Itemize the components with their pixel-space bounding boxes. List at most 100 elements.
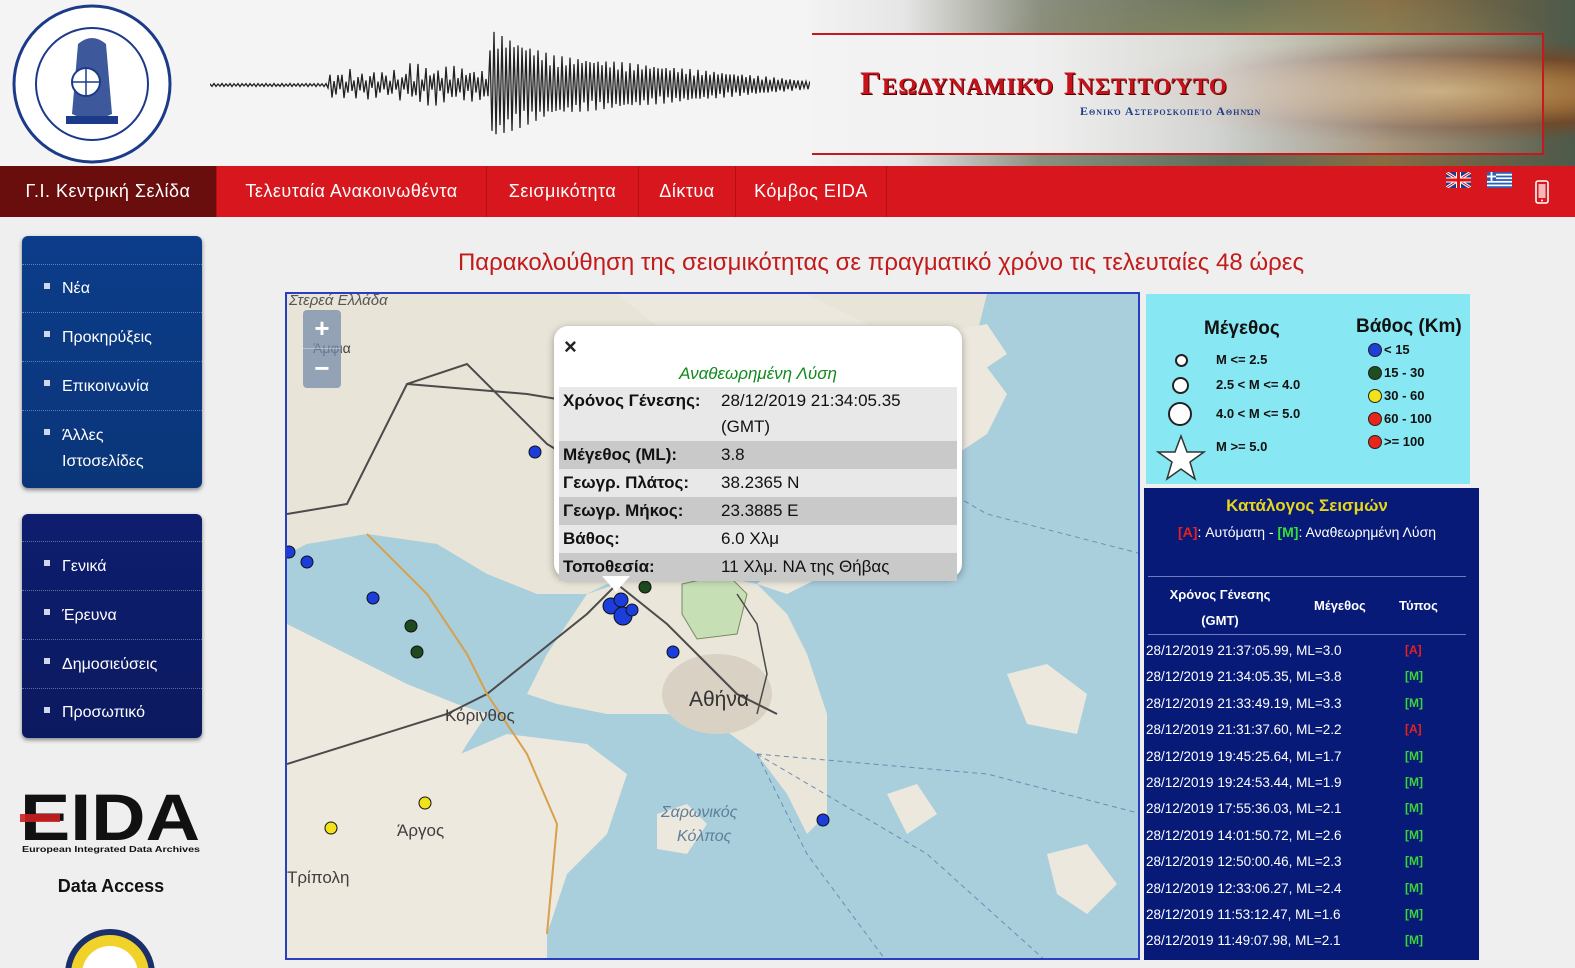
popup-key: Γεωγρ. Πλάτος: (563, 473, 690, 492)
legend-automatic-tag: [A] (1178, 524, 1198, 540)
earthquake-catalogue: Κατάλογος Σεισμών [A]: Αυτόματη - [M]: Α… (1144, 488, 1479, 960)
sidebar-item-research[interactable]: Έρευνα (22, 590, 202, 639)
catalogue-row-text[interactable]: 28/12/2019 14:01:50.72, ML=2.6 (1146, 828, 1342, 843)
catalogue-row-text[interactable]: 28/12/2019 21:33:49.19, ML=3.3 (1146, 696, 1342, 711)
popup-value: 11 Χλμ. ΝΑ της Θήβας (721, 557, 890, 576)
catalogue-row-type: [M] (1405, 748, 1423, 763)
sidebar-item-publications[interactable]: Δημοσιεύσεις (22, 639, 202, 688)
seismogram-graphic (210, 31, 810, 135)
map-label-sterea: Στερεά Ελλάδα (289, 292, 388, 309)
magnitude-small-icon (1175, 354, 1188, 367)
column-header-time: Χρόνος Γένεσης (GMT) (1169, 587, 1271, 628)
catalogue-row[interactable]: 28/12/2019 12:50:00.46, ML=2.3 [M] (1146, 851, 1466, 877)
sidebar-item-announcements[interactable]: Προκηρύξεις (22, 312, 202, 361)
popup-row-depth: Βάθος: 6.0 Χλμ (559, 525, 957, 553)
catalogue-title: Κατάλογος Σεισμών (1226, 496, 1388, 515)
popup-row-magnitude: Μέγεθος (ML): 3.8 (559, 441, 957, 469)
catalogue-row[interactable]: 28/12/2019 14:01:50.72, ML=2.6 [M] (1146, 825, 1466, 851)
legend-revised-tag: [M] (1277, 524, 1299, 540)
catalogue-row[interactable]: 28/12/2019 21:37:05.99, ML=3.0 [A] (1146, 640, 1466, 666)
legend-magnitude-title: Μέγεθος (1204, 318, 1280, 339)
popup-value: 3.8 (721, 445, 745, 464)
institute-banner: Γεωδυναμικό Ινστιτούτο Εθνικό Αστεροσκοπ… (812, 0, 1575, 166)
site-header: Γεωδυναμικό Ινστιτούτο Εθνικό Αστεροσκοπ… (0, 0, 1575, 166)
nav-networks[interactable]: Δίκτυα (639, 166, 736, 217)
catalogue-row-text[interactable]: 28/12/2019 11:49:07.98, ML=2.1 (1146, 933, 1341, 948)
catalogue-row-text[interactable]: 28/12/2019 19:24:53.44, ML=1.9 (1146, 775, 1342, 790)
sidebar-item-other-sites[interactable]: Άλλες Ιστοσελίδες (22, 410, 202, 480)
nav-seismicity[interactable]: Σεισμικότητα (487, 166, 639, 217)
nav-home[interactable]: Γ.Ι. Κεντρική Σελίδα (0, 166, 217, 217)
sidebar-item-label: Νέα (62, 280, 90, 297)
catalogue-row-text[interactable]: 28/12/2019 17:55:36.03, ML=2.1 (1146, 801, 1342, 816)
catalogue-row[interactable]: 28/12/2019 17:55:36.03, ML=2.1 [M] (1146, 798, 1466, 824)
map-label-kolpos: Κόλπος (677, 828, 732, 845)
sidebar-menu-1: Νέα Προκηρύξεις Επικοινωνία Άλλες Ιστοσε… (22, 236, 202, 488)
popup-row-longitude: Γεωγρ. Μήκος: 23.3885 E (559, 497, 957, 525)
sidebar-item-label: Επικοινωνία (62, 378, 149, 395)
legend-mag-4: M >= 5.0 (1216, 439, 1268, 454)
bullet-icon (44, 560, 50, 566)
popup-row-latitude: Γεωγρ. Πλάτος: 38.2365 N (559, 469, 957, 497)
legend-depth-4: 60 - 100 (1384, 411, 1432, 426)
zoom-in-button[interactable]: + (303, 310, 341, 349)
close-icon[interactable]: × (564, 334, 577, 360)
catalogue-row[interactable]: 28/12/2019 21:33:49.19, ML=3.3 [M] (1146, 693, 1466, 719)
catalogue-row-type: [A] (1405, 643, 1422, 657)
catalogue-row[interactable]: 28/12/2019 12:33:06.27, ML=2.4 [M] (1146, 878, 1466, 904)
catalogue-row-text[interactable]: 28/12/2019 19:45:25.64, ML=1.7 (1146, 749, 1342, 764)
sidebar-item-label: Δημοσιεύσεις (62, 656, 158, 673)
sidebar-item-general[interactable]: Γενικά (22, 541, 202, 590)
catalogue-row[interactable]: 28/12/2019 19:45:25.64, ML=1.7 [M] (1146, 746, 1466, 772)
mobile-icon[interactable] (1535, 180, 1549, 204)
zoom-control: + − (303, 310, 341, 388)
popup-row-origin-time: Χρόνος Γένεσης: 28/12/2019 21:34:05.35 (G… (559, 387, 957, 441)
depth-dot-icon (1368, 412, 1382, 426)
popup-key: Γεωγρ. Μήκος: (563, 501, 684, 520)
legend-mag-2: 2.5 < M <= 4.0 (1216, 377, 1301, 392)
magnitude-medium-icon (1172, 377, 1189, 394)
catalogue-row-text[interactable]: 28/12/2019 12:33:06.27, ML=2.4 (1146, 881, 1342, 896)
column-header-type: Τύπος (1399, 598, 1438, 613)
map-label-saronikos: Σαρωνικός (661, 804, 738, 821)
catalogue-row-type: [M] (1405, 933, 1423, 948)
institute-title: Γεωδυναμικό Ινστιτούτο (860, 66, 1228, 102)
catalogue-row-text[interactable]: 28/12/2019 11:53:12.47, ML=1.6 (1146, 907, 1341, 922)
catalogue-row-type: [M] (1405, 775, 1423, 789)
sidebar-item-contact[interactable]: Επικοινωνία (22, 361, 202, 410)
popup-value: 38.2365 N (721, 473, 800, 492)
nav-latest-announcements[interactable]: Τελευταία Ανακοινωθέντα (217, 166, 487, 217)
popup-key: Μέγεθος (ML): (563, 445, 678, 464)
data-access-label[interactable]: Data Access (0, 876, 222, 897)
uk-flag-icon[interactable] (1446, 172, 1471, 188)
catalogue-row-text[interactable]: 28/12/2019 21:37:05.99, ML=3.0 (1146, 643, 1342, 658)
eida-logo-caption: European Integrated Data Archives (22, 844, 200, 854)
sidebar-item-news[interactable]: Νέα (22, 264, 202, 312)
catalogue-row-text[interactable]: 28/12/2019 21:31:37.60, ML=2.2 (1146, 722, 1342, 737)
catalogue-row[interactable]: 28/12/2019 21:31:37.60, ML=2.2 [A] (1146, 719, 1466, 745)
eida-logo[interactable]: EIDA European Integrated Data Archives (20, 784, 204, 856)
observatory-logo[interactable] (8, 4, 176, 164)
catalogue-row[interactable]: 28/12/2019 21:34:05.35, ML=3.8 [M] (1146, 666, 1466, 692)
catalogue-row[interactable]: 28/12/2019 19:24:53.44, ML=1.9 [M] (1146, 772, 1466, 798)
sidebar-item-staff[interactable]: Προσωπικό (22, 688, 202, 736)
catalogue-row-text[interactable]: 28/12/2019 12:50:00.46, ML=2.3 (1146, 854, 1342, 869)
catalogue-row-text[interactable]: 28/12/2019 21:34:05.35, ML=3.8 (1146, 669, 1342, 684)
tsunami-warning-logo[interactable] (40, 928, 180, 968)
bullet-icon (44, 609, 50, 615)
legend-revised-text: : Αναθεωρημένη Λύση (1298, 524, 1436, 540)
legend-depth-5: >= 100 (1384, 434, 1425, 449)
catalogue-row-type: [M] (1405, 907, 1423, 921)
sidebar-item-label: Άλλες Ιστοσελίδες (62, 427, 144, 470)
catalogue-row[interactable]: 28/12/2019 11:53:12.47, ML=1.6 [M] (1146, 904, 1466, 930)
map-label-argos: Άργος (397, 821, 445, 840)
catalogue-row[interactable]: 28/12/2019 11:49:07.98, ML=2.1 [M] (1146, 930, 1466, 956)
star-icon (1156, 434, 1206, 481)
page-title: Παρακολούθηση της σεισμικότητας σε πραγμ… (457, 249, 1305, 276)
zoom-out-button[interactable]: − (303, 350, 341, 388)
nav-eida-node[interactable]: Κόμβος EIDA (736, 166, 887, 217)
greek-flag-icon[interactable] (1487, 172, 1512, 188)
main-nav: Γ.Ι. Κεντρική Σελίδα Τελευταία Ανακοινωθ… (0, 166, 1575, 217)
legend-depth-1: < 15 (1384, 342, 1410, 357)
catalogue-row-type: [M] (1405, 801, 1423, 816)
